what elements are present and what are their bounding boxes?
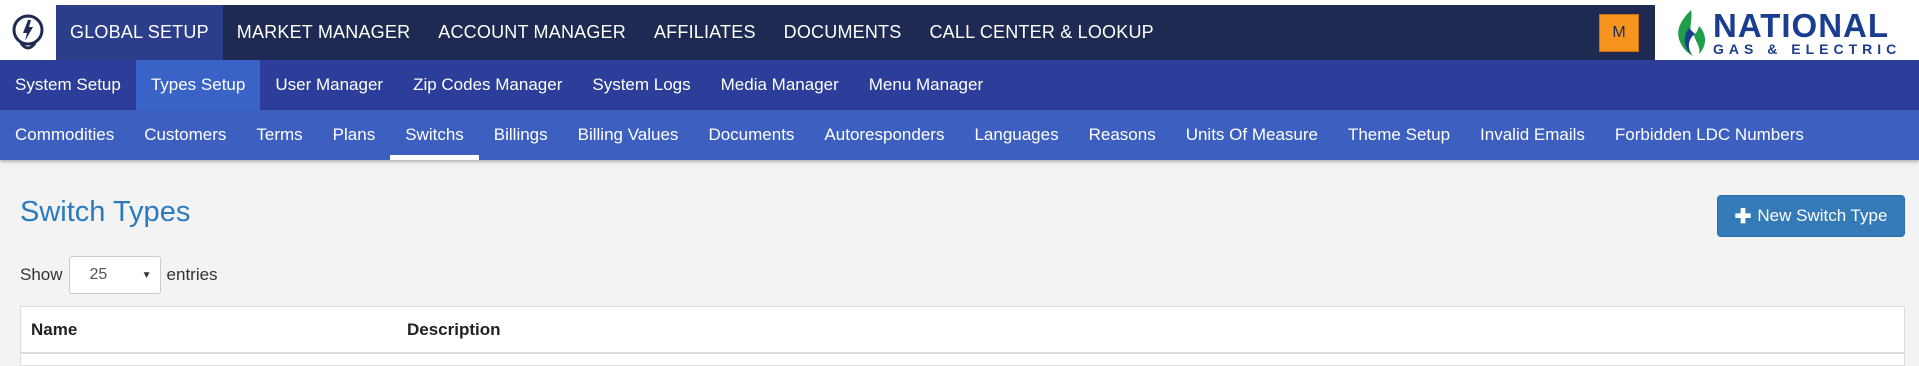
types-tab-theme-setup[interactable]: Theme Setup [1333, 110, 1465, 160]
sub-nav-types-setup[interactable]: Types Setup [135, 60, 261, 110]
types-tab-billings[interactable]: Billings [479, 110, 563, 160]
types-tab-documents[interactable]: Documents [693, 110, 809, 160]
column-header-description[interactable]: Description [407, 320, 1904, 340]
sub-nav-system-setup[interactable]: System Setup [0, 60, 136, 110]
types-tab-commodities[interactable]: Commodities [0, 110, 129, 160]
setup-sub-nav: System Setup Types Setup User Manager Zi… [0, 60, 1919, 110]
types-tab-languages[interactable]: Languages [959, 110, 1073, 160]
types-tab-customers[interactable]: Customers [129, 110, 241, 160]
plus-icon: ✚ [1734, 205, 1752, 228]
new-switch-type-label: New Switch Type [1757, 206, 1888, 225]
types-tab-forbidden-ldc-numbers[interactable]: Forbidden LDC Numbers [1600, 110, 1819, 160]
chevron-down-icon: ▼ [141, 269, 152, 281]
flame-icon [1678, 9, 1705, 56]
table-header-row: Name Description [21, 307, 1904, 354]
new-switch-type-button[interactable]: ✚ New Switch Type [1717, 195, 1905, 237]
sub-nav-menu-manager[interactable]: Menu Manager [854, 60, 998, 110]
top-nav-bar: GLOBAL SETUP MARKET MANAGER ACCOUNT MANA… [0, 0, 1919, 60]
types-tab-units-of-measure[interactable]: Units Of Measure [1171, 110, 1333, 160]
brand-tagline: GAS & ELECTRIC [1713, 41, 1902, 57]
top-nav-call-center-lookup[interactable]: CALL CENTER & LOOKUP [915, 5, 1167, 60]
column-header-name[interactable]: Name [21, 320, 407, 340]
types-tab-terms[interactable]: Terms [241, 110, 317, 160]
sub-nav-user-manager[interactable]: User Manager [260, 60, 398, 110]
app-logo-icon[interactable] [0, 5, 56, 60]
brand-name: NATIONAL [1713, 7, 1890, 44]
page-length-control: Show 25 ▼ entries [20, 256, 218, 294]
types-nav: Commodities Customers Terms Plans Switch… [0, 110, 1919, 160]
sub-nav-zip-codes-manager[interactable]: Zip Codes Manager [398, 60, 577, 110]
sub-nav-system-logs[interactable]: System Logs [577, 60, 705, 110]
types-tab-invalid-emails[interactable]: Invalid Emails [1465, 110, 1600, 160]
types-tab-reasons[interactable]: Reasons [1074, 110, 1171, 160]
top-nav-documents[interactable]: DOCUMENTS [770, 5, 916, 60]
user-menu-button[interactable]: M [1599, 14, 1639, 52]
types-tab-plans[interactable]: Plans [318, 110, 391, 160]
page-title: Switch Types [20, 196, 191, 228]
types-tab-billing-values[interactable]: Billing Values [563, 110, 694, 160]
page-size-select[interactable]: 25 ▼ [68, 256, 161, 294]
show-label: Show [20, 265, 63, 284]
top-nav-affiliates[interactable]: AFFILIATES [640, 5, 770, 60]
types-tab-autoresponders[interactable]: Autoresponders [809, 110, 959, 160]
types-tab-switchs[interactable]: Switchs [390, 110, 479, 160]
switch-types-table: Name Description [20, 306, 1905, 366]
top-nav-global-setup[interactable]: GLOBAL SETUP [56, 5, 223, 60]
sub-nav-media-manager[interactable]: Media Manager [706, 60, 854, 110]
top-nav-account-manager[interactable]: ACCOUNT MANAGER [424, 5, 640, 60]
brand-logo: NATIONAL GAS & ELECTRIC [1655, 5, 1919, 60]
entries-label: entries [166, 265, 218, 284]
page-size-value: 25 [89, 266, 108, 283]
top-nav-market-manager[interactable]: MARKET MANAGER [223, 5, 425, 60]
